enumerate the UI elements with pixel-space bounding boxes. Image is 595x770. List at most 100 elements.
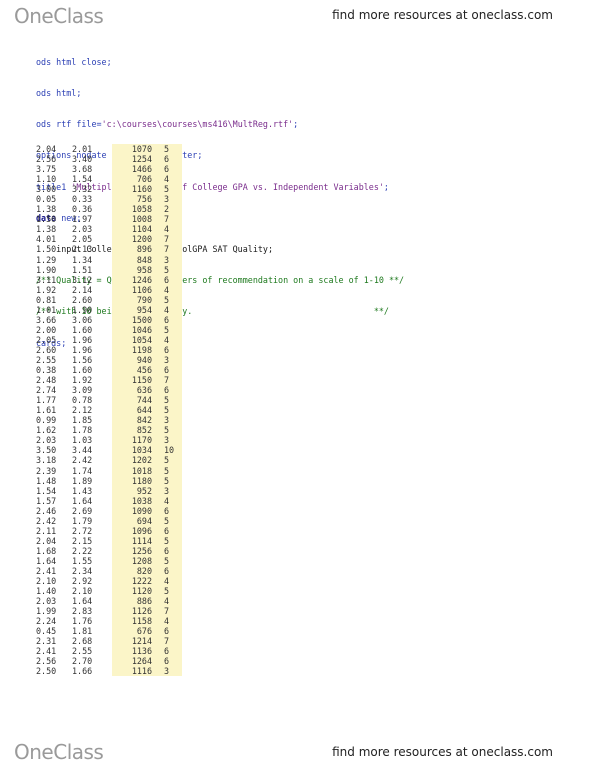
college-gpa-value: 3.00: [36, 184, 57, 195]
quality-value: 7: [162, 214, 182, 225]
highschool-gpa-value: 1.60: [72, 365, 93, 376]
quality-value: 3: [162, 485, 182, 496]
data-row: 3.18 2.42 1202 5: [36, 455, 306, 466]
highschool-gpa-value: 3.68: [72, 164, 93, 175]
college-gpa-value: 1.38: [36, 224, 57, 235]
quality-value: 4: [162, 495, 182, 506]
quality-value: 2: [162, 204, 182, 215]
highschool-gpa-value: 1.97: [72, 214, 93, 225]
highschool-gpa-value: 2.83: [72, 606, 93, 617]
quality-value: 7: [162, 244, 182, 255]
college-gpa-value: 2.00: [36, 324, 57, 335]
highschool-gpa-value: 2.60: [72, 294, 93, 305]
sat-value: 852: [112, 425, 162, 436]
oneclass-logo[interactable]: OneClass: [14, 740, 104, 764]
sat-value: 1500: [112, 314, 162, 325]
highschool-gpa-value: 1.34: [72, 254, 93, 265]
quality-value: 5: [162, 144, 182, 155]
sat-value: 790: [112, 294, 162, 305]
sat-value: 1150: [112, 375, 162, 386]
data-row: 1.57 1.64 1038 4: [36, 495, 306, 506]
data-row: 1.29 1.34 848 3: [36, 254, 306, 265]
highschool-gpa-value: 1.43: [72, 485, 93, 496]
college-gpa-value: 1.68: [36, 545, 57, 556]
sat-value: 1202: [112, 455, 162, 466]
sat-value: 456: [112, 365, 162, 376]
quality-value: 7: [162, 375, 182, 386]
quality-value: 5: [162, 184, 182, 195]
college-gpa-value: 0.99: [36, 415, 57, 426]
data-row: 1.92 2.14 1106 4: [36, 284, 306, 295]
college-gpa-value: 1.54: [36, 485, 57, 496]
highschool-gpa-value: 1.96: [72, 334, 93, 345]
college-gpa-value: 3.11: [36, 274, 57, 285]
sat-value: 1054: [112, 334, 162, 345]
quality-value: 6: [162, 154, 182, 165]
data-row: 2.50 1.66 1116 3: [36, 666, 306, 677]
quality-value: 7: [162, 234, 182, 245]
college-gpa-value: 2.24: [36, 616, 57, 627]
highschool-gpa-value: 1.56: [72, 354, 93, 365]
data-row: 1.38 2.03 1104 4: [36, 224, 306, 235]
data-row: 2.74 3.09 636 6: [36, 385, 306, 396]
college-gpa-value: 2.41: [36, 565, 57, 576]
sat-value: 1254: [112, 154, 162, 165]
college-gpa-value: 1.50: [36, 244, 57, 255]
sat-value: 1466: [112, 164, 162, 175]
highschool-gpa-value: 0.33: [72, 194, 93, 205]
highschool-gpa-value: 1.79: [72, 515, 93, 526]
sat-value: 1106: [112, 284, 162, 295]
quality-value: 3: [162, 415, 182, 426]
resources-link[interactable]: find more resources at oneclass.com: [332, 8, 553, 22]
quality-value: 3: [162, 354, 182, 366]
quality-value: 5: [162, 395, 182, 406]
code-line: ods html close;: [36, 56, 112, 67]
highschool-gpa-value: 2.10: [72, 586, 93, 597]
sat-value: 1200: [112, 234, 162, 245]
sat-value: 958: [112, 264, 162, 275]
code-string: 'c:\courses\courses\ms416\MultReg.rtf': [101, 119, 294, 130]
data-row: 0.05 0.33 756 3: [36, 194, 306, 205]
oneclass-logo[interactable]: OneClass: [14, 4, 104, 28]
college-gpa-value: 2.55: [36, 354, 57, 365]
quality-value: 5: [162, 555, 182, 566]
college-gpa-value: 2.10: [36, 576, 57, 587]
highschool-gpa-value: 2.15: [72, 535, 93, 546]
data-row: 1.48 1.89 1180 5: [36, 475, 306, 486]
quality-value: 6: [162, 344, 182, 355]
sat-value: 1180: [112, 475, 162, 486]
college-gpa-value: 1.50: [36, 214, 57, 225]
highschool-gpa-value: 1.74: [72, 465, 93, 476]
code-line: ods html;: [36, 88, 82, 99]
college-gpa-value: 3.50: [36, 445, 57, 456]
quality-value: 5: [162, 324, 182, 335]
resources-link[interactable]: find more resources at oneclass.com: [332, 745, 553, 759]
college-gpa-value: 2.03: [36, 435, 57, 446]
data-row: 2.56 3.40 1254 6: [36, 154, 306, 165]
data-row: 1.54 1.43 952 3: [36, 485, 306, 496]
sat-value: 1114: [112, 535, 162, 546]
highschool-gpa-value: 1.96: [72, 344, 93, 355]
code-text: ods rtf file=: [36, 119, 102, 130]
data-row: 2.55 1.56 940 3: [36, 354, 306, 366]
quality-value: 6: [162, 385, 182, 396]
quality-value: 4: [162, 596, 182, 607]
college-gpa-value: 2.04: [36, 535, 57, 546]
college-gpa-value: 0.45: [36, 626, 57, 637]
highschool-gpa-value: 2.01: [72, 144, 93, 154]
page-footer: OneClass find more resources at oneclass…: [0, 738, 595, 770]
data-row: 2.03 1.03 1170 3: [36, 435, 306, 446]
highschool-gpa-value: 2.34: [72, 565, 93, 576]
data-row: 1.90 1.51 958 5: [36, 264, 306, 275]
college-gpa-value: 2.05: [36, 334, 57, 345]
college-gpa-value: 2.60: [36, 344, 57, 355]
highschool-gpa-value: 1.81: [72, 626, 93, 637]
sat-value: 886: [112, 596, 162, 607]
college-gpa-value: 3.18: [36, 455, 57, 466]
data-row: 0.45 1.81 676 6: [36, 626, 306, 637]
sat-value: 1070: [112, 144, 162, 155]
quality-value: 10: [162, 445, 182, 456]
quality-value: 4: [162, 224, 182, 235]
data-row: 0.99 1.85 842 3: [36, 415, 306, 426]
highschool-gpa-value: 0.78: [72, 395, 93, 406]
